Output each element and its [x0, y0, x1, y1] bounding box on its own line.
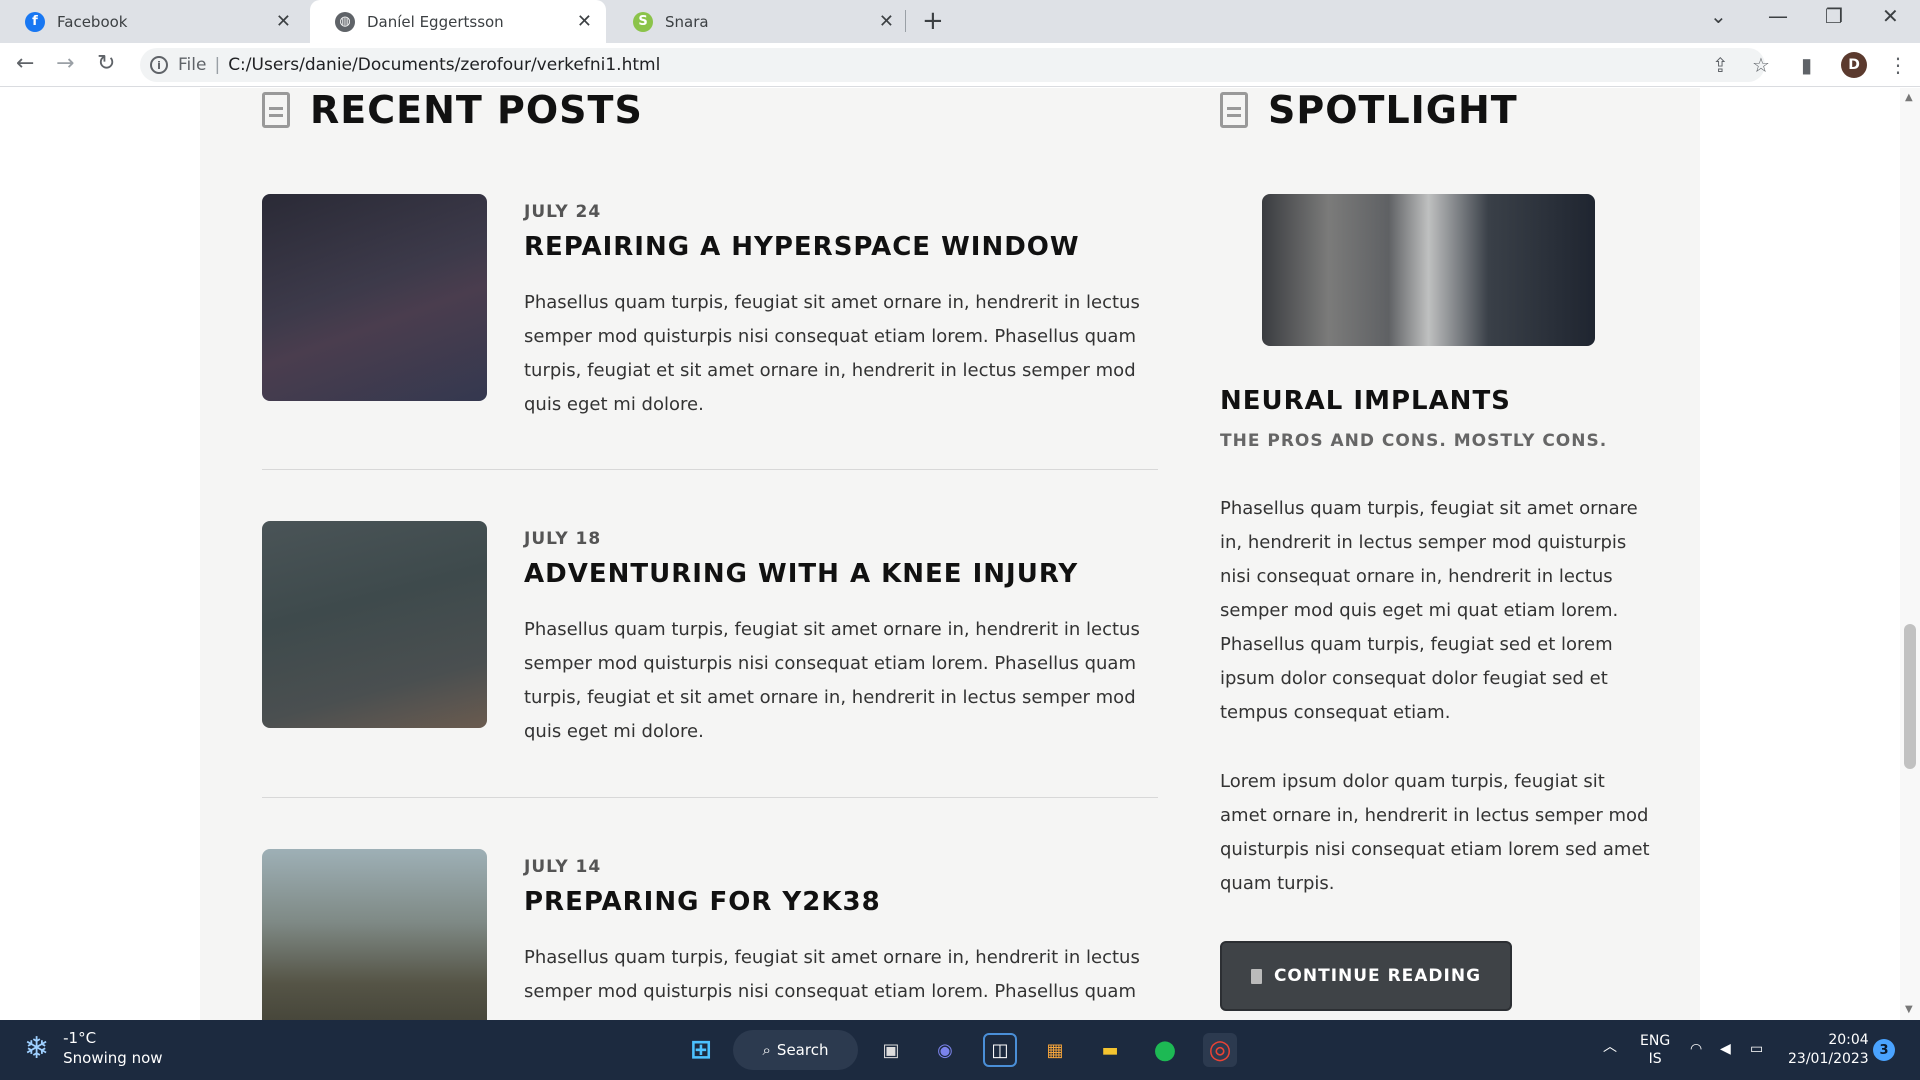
- snara-icon: S: [633, 11, 653, 32]
- post-excerpt: Phasellus quam turpis, feugiat sit amet …: [524, 292, 1140, 415]
- post-title[interactable]: PREPARING FOR Y2K38: [524, 887, 881, 917]
- post-item: JULY 24 REPAIRING A HYPERSPACE WINDOW Ph…: [262, 194, 1158, 415]
- facebook-icon: f: [25, 11, 45, 32]
- spotlight-paragraph: Lorem ipsum dolor quam turpis, feugiat s…: [1220, 771, 1650, 894]
- continue-reading-button[interactable]: CONTINUE READING: [1220, 941, 1512, 1011]
- forward-icon[interactable]: →: [56, 51, 74, 76]
- file-explorer-icon[interactable]: ▬: [1093, 1033, 1127, 1067]
- document-icon: [262, 92, 290, 128]
- url-divider: |: [214, 55, 221, 75]
- post-title[interactable]: REPAIRING A HYPERSPACE WINDOW: [524, 232, 1080, 262]
- tray-overflow-icon[interactable]: ︿: [1603, 1038, 1617, 1056]
- notification-badge[interactable]: 3: [1873, 1039, 1895, 1061]
- globe-icon: ◍: [335, 11, 355, 32]
- share-icon[interactable]: ⇪: [1712, 53, 1729, 77]
- app-icon[interactable]: ◫: [983, 1033, 1017, 1067]
- chrome-icon[interactable]: ◎: [1203, 1033, 1237, 1067]
- post-thumbnail[interactable]: [262, 194, 487, 401]
- clock-time: 20:04: [1828, 1032, 1869, 1048]
- tab-label: Daníel Eggertsson: [367, 12, 504, 31]
- button-label: CONTINUE READING: [1273, 966, 1482, 986]
- keyboard-layout: IS: [1648, 1051, 1662, 1067]
- post-title[interactable]: ADVENTURING WITH A KNEE INJURY: [524, 559, 1078, 589]
- battery-icon[interactable]: ▭: [1750, 1040, 1763, 1058]
- language-indicator[interactable]: ENG IS: [1640, 1032, 1670, 1068]
- post-thumbnail[interactable]: [262, 521, 487, 728]
- recent-posts-heading: RECENT POSTS: [262, 88, 643, 132]
- post-date: JULY 24: [524, 202, 602, 222]
- close-icon[interactable]: ✕: [577, 11, 592, 32]
- restore-icon[interactable]: ❐: [1825, 4, 1843, 28]
- tab-search-icon[interactable]: ⌄: [1710, 4, 1727, 28]
- document-icon: [1220, 92, 1248, 128]
- document-icon: [1250, 968, 1262, 984]
- scrollbar-thumb[interactable]: [1904, 624, 1916, 769]
- post-date: JULY 18: [524, 529, 602, 549]
- clock-date: 23/01/2023: [1788, 1051, 1869, 1067]
- wifi-icon[interactable]: ◠: [1690, 1040, 1702, 1058]
- taskbar: ❄ -1°C Snowing now ⊞ ⌕ Search ▣ ◉ ◫ ▦ ▬ …: [0, 1020, 1920, 1080]
- profile-avatar[interactable]: D: [1841, 52, 1867, 78]
- post-item: JULY 14 PREPARING FOR Y2K38 Phasellus qu…: [262, 849, 1158, 1020]
- store-icon[interactable]: ▦: [1038, 1033, 1072, 1067]
- post-excerpt: Phasellus quam turpis, feugiat sit amet …: [524, 947, 1140, 1002]
- spotlight-title: SPOTLIGHT: [1268, 88, 1518, 132]
- task-view-icon[interactable]: ▣: [874, 1033, 908, 1067]
- weather-widget[interactable]: ❄ -1°C Snowing now: [24, 1028, 163, 1068]
- tab-facebook[interactable]: f Facebook ✕: [0, 0, 305, 43]
- url-scheme: File: [178, 55, 207, 75]
- search-label: Search: [776, 1041, 829, 1059]
- bookmark-star-icon[interactable]: ☆: [1752, 53, 1770, 77]
- browser-toolbar: ← → ↻ i File | C:/Users/danie/Documents/…: [0, 43, 1920, 87]
- teams-chat-icon[interactable]: ◉: [928, 1033, 962, 1067]
- new-tab-icon[interactable]: +: [922, 6, 944, 36]
- post-divider: [262, 469, 1158, 470]
- url-text[interactable]: C:/Users/danie/Documents/zerofour/verkef…: [228, 55, 660, 75]
- post-item: JULY 18 ADVENTURING WITH A KNEE INJURY P…: [262, 521, 1158, 742]
- menu-kebab-icon[interactable]: ⋮: [1888, 53, 1908, 77]
- recent-posts-title: RECENT POSTS: [310, 88, 643, 132]
- post-divider: [262, 797, 1158, 798]
- taskbar-search[interactable]: ⌕ Search: [733, 1030, 858, 1070]
- page-scrollbar[interactable]: ▲ ▼: [1900, 88, 1920, 1020]
- spotlight-article-title[interactable]: NEURAL IMPLANTS: [1220, 386, 1511, 416]
- search-icon: ⌕: [762, 1041, 771, 1059]
- scroll-up-icon[interactable]: ▲: [1905, 92, 1913, 103]
- post-thumbnail[interactable]: [262, 849, 487, 1020]
- tab-daniel-eggertsson[interactable]: ◍ Daníel Eggertsson ✕: [310, 0, 606, 43]
- spotify-icon[interactable]: ●: [1148, 1033, 1182, 1067]
- weather-temperature: -1°C: [63, 1029, 97, 1047]
- close-icon[interactable]: ✕: [276, 11, 291, 32]
- snowflake-icon: ❄: [24, 1030, 50, 1066]
- spotlight-subtitle: THE PROS AND CONS. MOSTLY CONS.: [1220, 431, 1608, 451]
- tab-separator: [905, 10, 906, 32]
- tab-label: Facebook: [57, 12, 128, 31]
- tab-snara[interactable]: S Snara ✕: [608, 0, 908, 43]
- volume-icon[interactable]: ◀: [1720, 1040, 1731, 1058]
- post-excerpt: Phasellus quam turpis, feugiat sit amet …: [524, 619, 1140, 742]
- spotlight-image[interactable]: [1262, 194, 1595, 346]
- system-clock[interactable]: 20:04 23/01/2023: [1788, 1031, 1869, 1069]
- tab-label: Snara: [665, 12, 709, 31]
- spotlight-paragraph: Phasellus quam turpis, feugiat sit amet …: [1220, 498, 1638, 723]
- reload-icon[interactable]: ↻: [97, 51, 115, 76]
- window-close-icon[interactable]: ✕: [1882, 4, 1899, 28]
- info-icon[interactable]: i: [150, 56, 168, 74]
- side-panel-icon[interactable]: ▮: [1801, 53, 1812, 77]
- address-bar[interactable]: i File | C:/Users/danie/Documents/zerofo…: [140, 48, 1765, 82]
- windows-start-icon[interactable]: ⊞: [684, 1033, 718, 1067]
- minimize-icon[interactable]: —: [1768, 4, 1788, 28]
- tab-strip: f Facebook ✕ ◍ Daníel Eggertsson ✕ S Sna…: [0, 0, 1920, 43]
- close-icon[interactable]: ✕: [879, 11, 894, 32]
- spotlight-heading: SPOTLIGHT: [1220, 88, 1518, 132]
- language-code: ENG: [1640, 1033, 1671, 1049]
- scroll-down-icon[interactable]: ▼: [1905, 1004, 1913, 1015]
- weather-description: Snowing now: [63, 1049, 163, 1067]
- post-date: JULY 14: [524, 857, 602, 877]
- page-viewport: RECENT POSTS JULY 24 REPAIRING A HYPERSP…: [0, 88, 1900, 1020]
- back-icon[interactable]: ←: [16, 51, 34, 76]
